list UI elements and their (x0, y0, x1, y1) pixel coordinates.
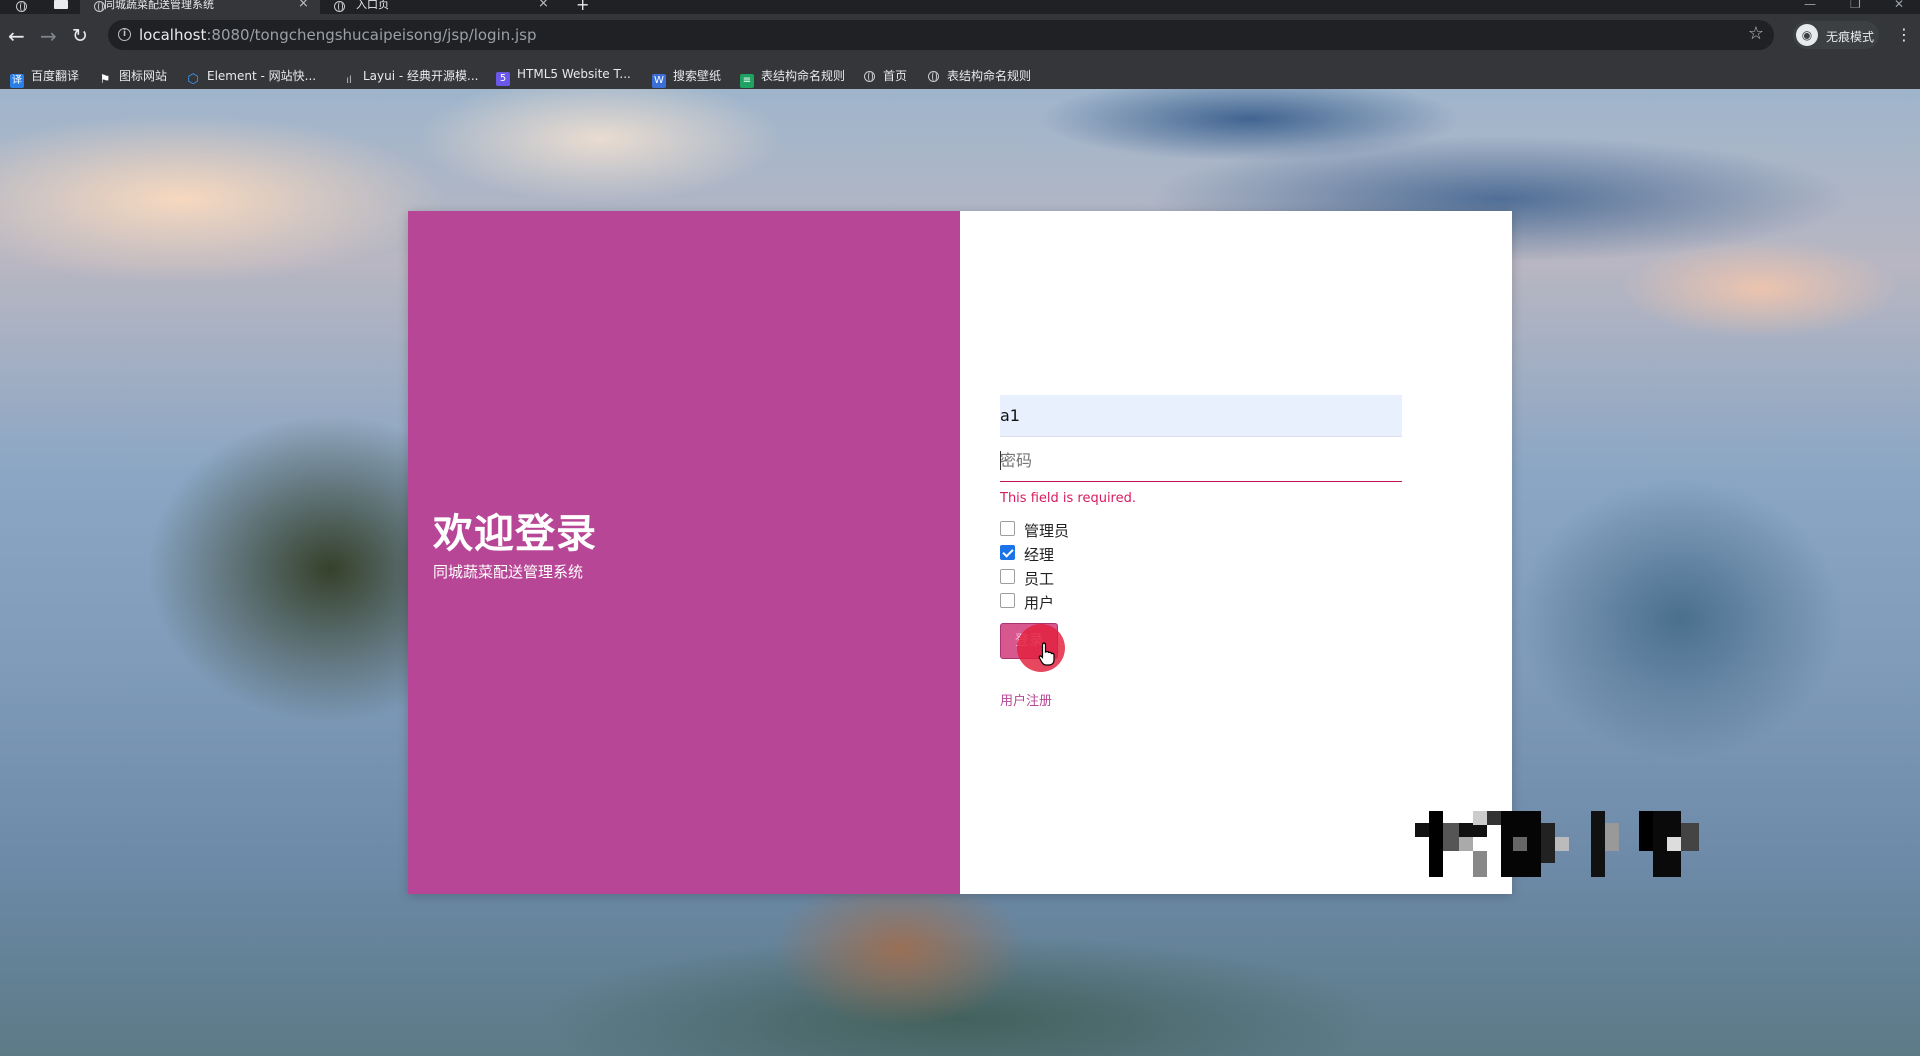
browser-menu-icon[interactable]: ⋮ (1896, 26, 1912, 44)
page-background: 欢迎登录 同城蔬菜配送管理系统 a1 密码 This field is requ… (0, 89, 1920, 1056)
layui-icon: ıl (346, 75, 352, 86)
wallpaper-icon: W (652, 74, 666, 88)
element-icon: ⬡ (187, 72, 199, 87)
bookmark-item[interactable]: 首页 (864, 67, 907, 85)
sheet-icon: ≡ (740, 74, 754, 88)
bookmark-item[interactable]: W 搜索壁纸 (652, 67, 721, 88)
tab-title: 入口页 (356, 0, 389, 11)
browser-toolbar: ← → ↻ i localhost:8080/tongchengshucaipe… (0, 14, 1920, 61)
username-input[interactable]: a1 (1000, 395, 1402, 437)
reload-icon[interactable]: ↻ (72, 24, 88, 48)
hand-cursor-icon (1038, 642, 1055, 666)
bookmark-item[interactable]: 表结构命名规则 (928, 67, 1031, 85)
close-icon[interactable]: × (538, 0, 549, 10)
welcome-panel: 欢迎登录 同城蔬菜配送管理系统 (408, 211, 960, 894)
globe-icon (334, 1, 345, 12)
tab-search-icon[interactable] (54, 0, 68, 9)
system-name: 同城蔬菜配送管理系统 (433, 563, 584, 581)
checkbox[interactable] (1000, 545, 1015, 560)
pixelated-watermark (1415, 811, 1699, 877)
bookmark-item[interactable]: 5 HTML5 Website T... (496, 67, 631, 86)
incognito-badge[interactable]: ◉ 无痕模式 (1793, 21, 1879, 49)
restore-icon[interactable]: ❐ (1850, 0, 1861, 11)
login-card: 欢迎登录 同城蔬菜配送管理系统 a1 密码 This field is requ… (408, 211, 1512, 894)
bookmark-item[interactable]: 译百度翻译 (10, 67, 79, 88)
tab-strip: 同城蔬菜配送管理系统 × 入口页 × + — ❐ ✕ (0, 0, 1920, 14)
back-icon[interactable]: ← (8, 24, 25, 48)
checkbox[interactable] (1000, 593, 1015, 608)
bookmark-item[interactable]: ⬡ Element - 网站快... (186, 67, 316, 87)
tab-entry[interactable]: 入口页 × (322, 0, 560, 14)
translate-icon: 译 (10, 74, 24, 88)
bookmark-item[interactable]: ıl Layui - 经典开源模... (342, 67, 478, 86)
password-error: This field is required. (1000, 491, 1136, 506)
tab-login[interactable]: 同城蔬菜配送管理系统 × (80, 0, 320, 14)
register-link[interactable]: 用户注册 (1000, 690, 1052, 709)
password-placeholder: 密码 (1000, 451, 1033, 470)
bookmark-item[interactable]: ≡ 表结构命名规则 (740, 67, 845, 88)
minimize-icon[interactable]: — (1804, 0, 1816, 11)
text-caret (1000, 451, 1001, 470)
incognito-icon: ◉ (1796, 24, 1818, 46)
globe-icon (928, 71, 939, 82)
window-close-icon[interactable]: ✕ (1894, 0, 1904, 11)
bookmark-item[interactable]: ⚑ 图标网站 (98, 67, 167, 86)
checkbox[interactable] (1000, 521, 1015, 536)
forward-icon[interactable]: → (40, 24, 57, 48)
close-icon[interactable]: × (298, 0, 309, 10)
welcome-title: 欢迎登录 (433, 511, 597, 557)
new-tab-button[interactable]: + (576, 0, 589, 14)
password-input[interactable]: 密码 (1000, 440, 1402, 482)
html5-icon: 5 (496, 72, 510, 86)
tab-title: 同城蔬菜配送管理系统 (104, 0, 214, 11)
info-icon[interactable]: i (118, 28, 131, 41)
url-text[interactable]: localhost:8080/tongchengshucaipeisong/js… (139, 26, 537, 44)
flag-icon: ⚑ (99, 72, 111, 86)
bookmarks-bar: 译百度翻译 ⚑ 图标网站 ⬡ Element - 网站快... ıl Layui - … (0, 61, 1920, 90)
checkbox[interactable] (1000, 569, 1015, 584)
globe-icon (864, 71, 875, 82)
login-form: a1 密码 This field is required. 管理员 经理 员工 … (960, 211, 1512, 894)
chrome-menu-icon[interactable] (16, 1, 27, 12)
bookmark-star-icon[interactable]: ☆ (1748, 23, 1764, 44)
address-bar[interactable]: i localhost:8080/tongchengshucaipeisong/… (108, 20, 1774, 50)
